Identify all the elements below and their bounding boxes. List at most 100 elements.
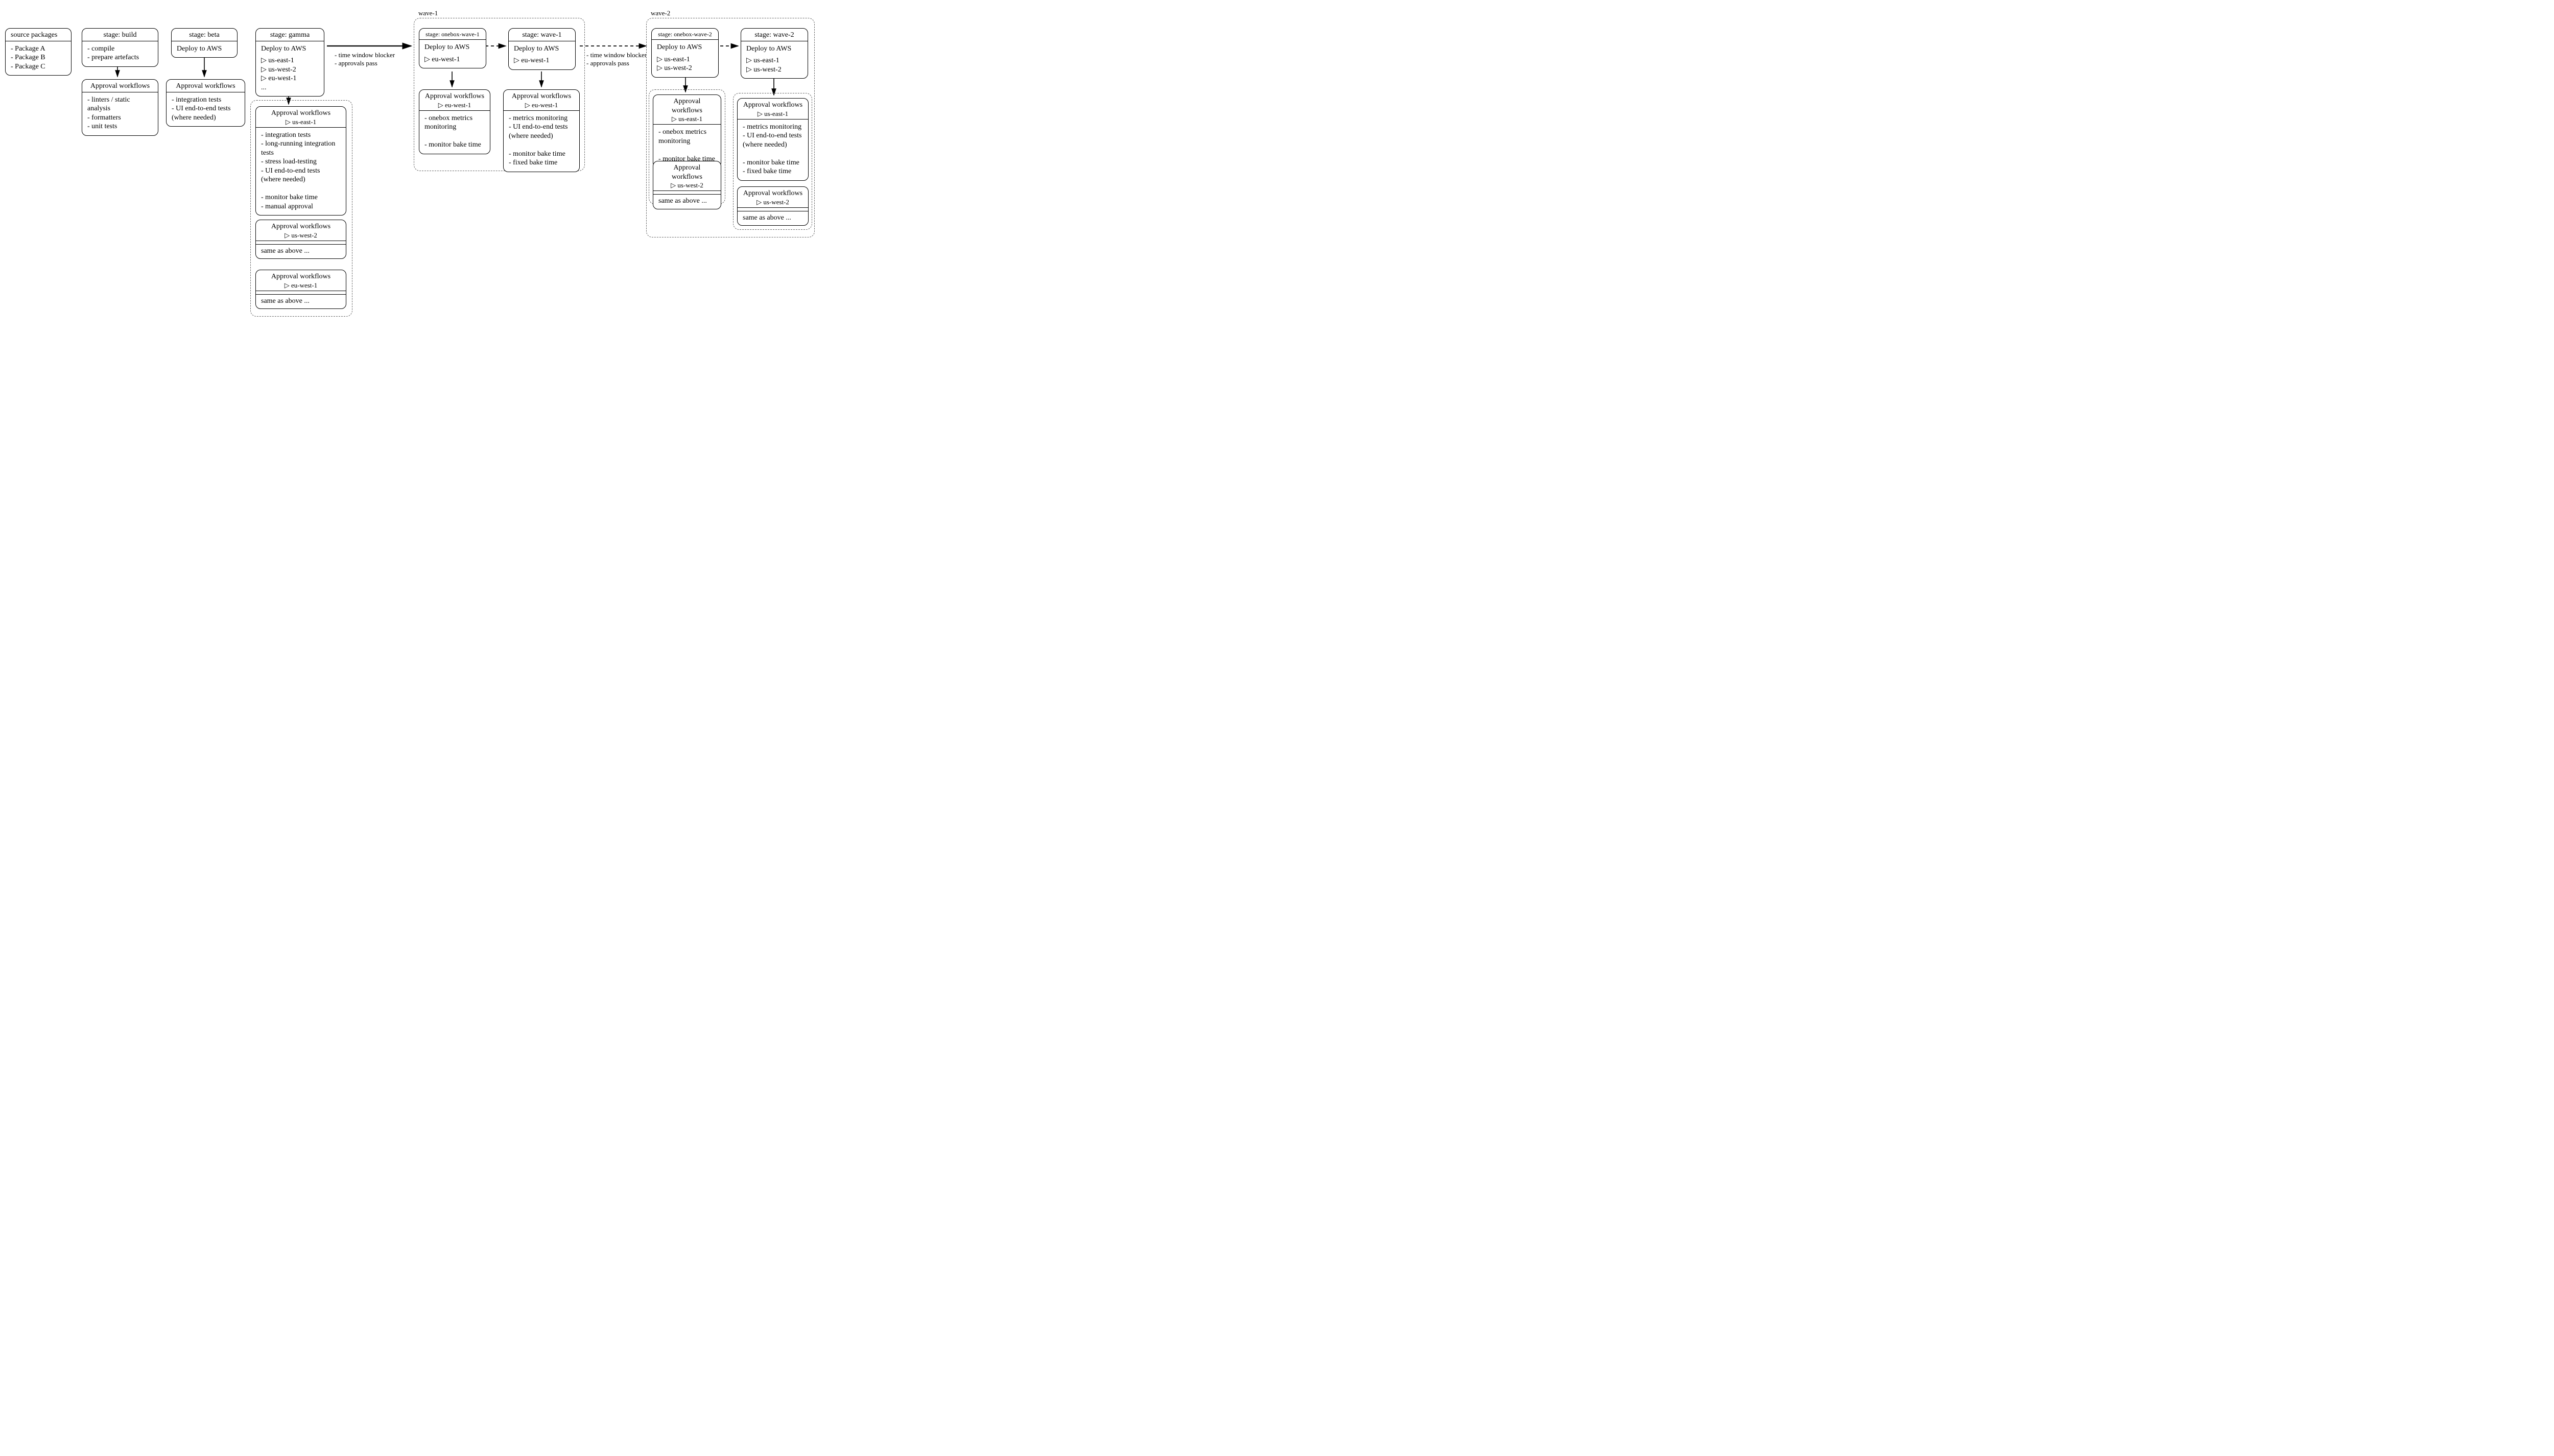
box-gamma-approval-usw2: Approval workflows ▷ us-west-2 same as a… <box>255 220 346 259</box>
list-item: - onebox metrics monitoring <box>658 128 716 146</box>
group-label: wave-2 <box>651 9 670 17</box>
list-item: - UI end-to-end tests (where needed) <box>509 123 574 140</box>
box-stage-onebox-wave-1: stage: onebox-wave-1 Deploy to AWS ▷ eu-… <box>419 28 486 68</box>
body: Deploy to AWS <box>514 44 570 54</box>
list-item: ... <box>261 83 319 92</box>
box-stage-gamma: stage: gamma Deploy to AWS ▷ us-east-1 ▷… <box>255 28 324 97</box>
subtitle: ▷ eu-west-1 <box>509 101 574 109</box>
box-build-approval: Approval workflows - linters / static an… <box>82 79 158 136</box>
note-line: - approvals pass <box>335 59 395 67</box>
body: Deploy to AWS <box>261 44 319 54</box>
list-item: ▷ us-east-1 <box>746 56 802 65</box>
gate-note-1: - time window blocker - approvals pass <box>335 51 395 68</box>
same-as-above: same as above ... <box>256 244 346 259</box>
box-title: stage: gamma <box>256 29 324 41</box>
list-item: - compile <box>87 44 153 54</box>
title-text: Approval workflows <box>743 189 802 197</box>
box-title: Approval workflows ▷ eu-west-1 <box>256 270 346 291</box>
subtitle: ▷ eu-west-1 <box>261 281 341 290</box>
list: - linters / static analysis - formatters… <box>87 96 153 131</box>
box-stage-onebox-wave-2: stage: onebox-wave-2 Deploy to AWS ▷ us-… <box>651 28 719 78</box>
box-gamma-approval-euw1: Approval workflows ▷ eu-west-1 same as a… <box>255 270 346 309</box>
list-item: - UI end-to-end tests (where needed) <box>172 104 240 122</box>
box-source-packages: source packages - Package A - Package B … <box>5 28 72 76</box>
box-title: Approval workflows ▷ eu-west-1 <box>504 90 579 111</box>
box-title: Approval workflows <box>167 80 245 92</box>
list: - integration tests - long-running integ… <box>261 131 341 211</box>
list-item: ▷ eu-west-1 <box>514 56 570 65</box>
list-item: - linters / static analysis <box>87 96 153 113</box>
title-text: Approval workflows <box>512 92 571 100</box>
list-item: - unit tests <box>87 122 153 131</box>
same-as-above: same as above ... <box>256 294 346 309</box>
title-text: Approval workflows <box>271 109 330 117</box>
box-title: Approval workflows ▷ us-east-1 <box>256 107 346 128</box>
subtitle: ▷ us-east-1 <box>658 115 716 123</box>
title-text: Approval workflows <box>672 98 702 114</box>
box-title: Approval workflows ▷ eu-west-1 <box>419 90 490 111</box>
title-text: Approval workflows <box>672 164 702 181</box>
subtitle: ▷ us-east-1 <box>261 118 341 126</box>
list: - metrics monitoring - UI end-to-end tes… <box>743 123 803 176</box>
list-item: ▷ us-west-2 <box>261 65 319 75</box>
box-onebox2-approval-usw2: Approval workflows ▷ us-west-2 same as a… <box>653 161 721 209</box>
list-item: - formatters <box>87 113 153 123</box>
region-list: ▷ us-east-1 ▷ us-west-2 <box>746 56 802 74</box>
subtitle: ▷ us-west-2 <box>658 181 716 189</box>
list-item: - UI end-to-end tests (where needed) <box>743 131 803 149</box>
body: Deploy to AWS <box>657 43 713 52</box>
title-text: Approval workflows <box>271 223 330 230</box>
box-title: Approval workflows ▷ us-west-2 <box>738 187 808 208</box>
subtitle: ▷ us-west-2 <box>743 198 803 206</box>
pipeline-diagram: source packages - Package A - Package B … <box>0 0 817 327</box>
list-item: - integration tests <box>172 96 240 105</box>
list-item: ▷ eu-west-1 <box>261 74 319 83</box>
list-item: - prepare artefacts <box>87 53 153 62</box>
box-title: Approval workflows ▷ us-west-2 <box>653 161 721 191</box>
gate-note-2: - time window blocker - approvals pass <box>586 51 647 68</box>
list-item: - fixed bake time <box>743 167 803 176</box>
title-text: Approval workflows <box>425 92 484 100</box>
box-stage-beta: stage: beta Deploy to AWS <box>171 28 238 58</box>
list-item: - long-running integration tests <box>261 139 341 157</box>
subtitle: ▷ eu-west-1 <box>424 101 485 109</box>
list-item: - metrics monitoring <box>509 114 574 123</box>
list-item: - monitor bake time <box>424 140 485 150</box>
box-title: Approval workflows <box>82 80 158 92</box>
same-as-above: same as above ... <box>738 211 808 226</box>
list-item: - monitor bake time <box>743 158 803 168</box>
list-item: - monitor bake time <box>261 193 341 202</box>
list-item: - Package A <box>11 44 66 54</box>
box-wave2-approval-use1: Approval workflows ▷ us-east-1 - metrics… <box>737 98 809 181</box>
title-text: Approval workflows <box>271 273 330 280</box>
box-onebox1-approval: Approval workflows ▷ eu-west-1 - onebox … <box>419 89 490 154</box>
list-item: - fixed bake time <box>509 158 574 168</box>
box-title: stage: wave-2 <box>741 29 808 41</box>
list-item: - Package C <box>11 62 66 71</box>
list-item: - manual approval <box>261 202 341 211</box>
box-beta-approval: Approval workflows - integration tests -… <box>166 79 245 127</box>
box-stage-wave-2: stage: wave-2 Deploy to AWS ▷ us-east-1 … <box>741 28 808 79</box>
box-stage-wave-1: stage: wave-1 Deploy to AWS ▷ eu-west-1 <box>508 28 576 70</box>
box-title: stage: onebox-wave-2 <box>652 29 718 40</box>
list-item: - stress load-testing <box>261 157 341 166</box>
box-title: source packages <box>6 29 71 41</box>
list: - metrics monitoring - UI end-to-end tes… <box>509 114 574 168</box>
box-title: stage: build <box>82 29 158 41</box>
box-title: stage: beta <box>172 29 237 41</box>
box-stage-build: stage: build - compile - prepare artefac… <box>82 28 158 67</box>
list-item: ▷ us-west-2 <box>746 65 802 75</box>
list: - onebox metrics monitoring - monitor ba… <box>658 128 716 163</box>
list: - onebox metrics monitoring - monitor ba… <box>424 114 485 150</box>
list-item: ▷ eu-west-1 <box>424 55 481 64</box>
region-list: ▷ eu-west-1 <box>514 56 570 65</box>
region-list: ▷ us-east-1 ▷ us-west-2 ▷ eu-west-1 ... <box>261 56 319 92</box>
list: - integration tests - UI end-to-end test… <box>172 96 240 123</box>
box-onebox2-approval-use1: Approval workflows ▷ us-east-1 - onebox … <box>653 94 721 168</box>
group-label: wave-1 <box>418 9 438 17</box>
box-title: Approval workflows ▷ us-east-1 <box>738 99 808 120</box>
title-text: Approval workflows <box>743 101 802 109</box>
list-item: - onebox metrics monitoring <box>424 114 485 132</box>
body: Deploy to AWS <box>746 44 802 54</box>
note-line: - time window blocker <box>335 51 395 59</box>
